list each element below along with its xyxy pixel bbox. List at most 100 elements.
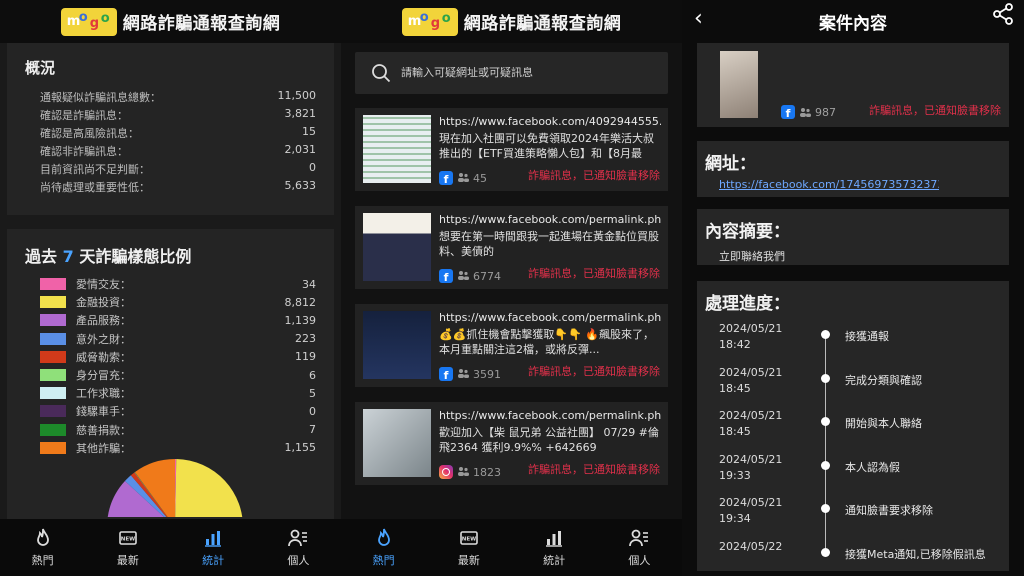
timeline-date: 2024/05/21 — [719, 452, 783, 466]
search-input[interactable] — [401, 67, 641, 79]
logo-badge-icon: m o g o — [401, 7, 458, 36]
case-meta: 1823 — [439, 465, 501, 479]
nav-item-flame[interactable]: 熱門 — [0, 519, 85, 576]
timeline-event: 完成分類與確認 — [845, 373, 922, 387]
progress-section: 處理進度： 2024/05/21 18:42 接獲通報 2024/05/21 18:45… — [697, 281, 1009, 571]
legend-item: 慈善捐款： 7 — [25, 421, 316, 439]
logo[interactable]: m o g o 網路詐騙通報查詢網 — [60, 7, 281, 36]
nav-item-bar-chart[interactable]: 統計 — [512, 519, 597, 576]
legend-swatch — [40, 332, 66, 345]
legend-value: 223 — [295, 332, 316, 346]
stat-label: 確認是詐騙訊息： — [40, 109, 128, 122]
app-header: m o g o 網路詐騙通報查詢網 — [0, 0, 341, 43]
ratio-days: 7 — [62, 247, 74, 266]
case-card[interactable]: https://www.facebook.com/permalink.ph...… — [355, 304, 668, 387]
stat-row: 尚待處理或重要性低： 5,633 — [25, 179, 316, 197]
legend-value: 6 — [309, 368, 316, 382]
legend-label: 身分冒充： — [76, 369, 131, 383]
ratio-card: 過去 7 天詐騙樣態比例 愛情交友： 34 金融投資： 8,812 產品服務： 1,139… — [7, 229, 334, 576]
url-section: 網址： https://facebook.com/174569735732373… — [697, 141, 1009, 197]
app-header: m o g o 網路詐騙通報查詢網 — [341, 0, 682, 43]
report-count: 45 — [473, 171, 487, 185]
timeline-date: 2024/05/21 — [719, 409, 783, 422]
overview-title: 概況 — [25, 59, 56, 77]
nav-label: 統計 — [202, 553, 225, 567]
case-card[interactable]: https://www.facebook.com/permalink.ph...… — [355, 402, 668, 485]
legend-swatch — [40, 350, 66, 363]
timeline-time: 18:45 — [719, 381, 751, 395]
nav-item-person[interactable]: 個人 — [256, 519, 341, 576]
case-thumbnail[interactable] — [363, 409, 431, 477]
legend-value: 1,155 — [284, 441, 317, 455]
legend-value: 0 — [309, 404, 316, 418]
timeline-datetime: 2024/05/21 19:34 — [719, 495, 799, 527]
stat-row: 目前資訊尚不足判斷： 0 — [25, 161, 316, 179]
stat-label: 確認是高風險訊息： — [40, 127, 139, 140]
timeline-datetime: 2024/05/21 19:33 — [719, 452, 799, 484]
stat-value: 5,633 — [284, 179, 317, 192]
progress-title: 處理進度： — [705, 294, 790, 314]
bottom-nav: 熱門 NEW 最新 統計 個人 — [341, 519, 682, 576]
nav-item-news[interactable]: NEW 最新 — [85, 519, 170, 576]
legend-value: 1,139 — [284, 313, 317, 327]
timeline-dot — [821, 504, 830, 513]
legend-swatch — [40, 278, 66, 291]
case-description: 現在加入社團可以免費領取2024年樂活大叔推出的【ETF買進策略懶人包】和【8月… — [439, 132, 654, 160]
people-icon — [800, 108, 811, 117]
timeline-event: 通知臉書要求移除 — [845, 504, 933, 517]
logo-badge-icon: m o g o — [60, 7, 117, 36]
legend-value: 34 — [302, 277, 316, 291]
bar-chart-icon — [203, 528, 223, 548]
timeline-datetime: 2024/05/22 — [719, 539, 799, 555]
nav-label: 個人 — [628, 553, 651, 567]
nav-label: 個人 — [287, 553, 310, 567]
case-url: https://www.facebook.com/permalink.ph... — [439, 311, 661, 324]
legend-swatch — [40, 441, 66, 454]
case-thumbnail[interactable] — [363, 213, 431, 281]
case-card[interactable]: https://www.facebook.com/4092944555... 現在… — [355, 108, 668, 191]
legend-swatch — [40, 296, 66, 309]
timeline-item: 2024/05/21 19:33 本人認為假 — [697, 452, 1009, 492]
legend-item: 身分冒充： 6 — [25, 366, 316, 384]
report-count: 987 — [815, 105, 836, 119]
legend-swatch — [40, 423, 66, 436]
case-card[interactable]: https://www.facebook.com/permalink.ph...… — [355, 206, 668, 289]
facebook-icon: f — [781, 105, 795, 119]
flame-icon — [374, 528, 394, 548]
svg-text:NEW: NEW — [121, 536, 135, 542]
news-icon: NEW — [118, 528, 138, 548]
nav-item-news[interactable]: NEW 最新 — [426, 519, 511, 576]
stat-value: 0 — [309, 161, 316, 174]
share-icon[interactable] — [992, 3, 1014, 29]
timeline-item: 2024/05/22 接獲Meta通知,已移除假訊息 — [697, 539, 1009, 576]
legend-label: 工作求職： — [76, 387, 131, 401]
case-thumbnail[interactable] — [363, 115, 431, 183]
url-title: 網址： — [705, 154, 756, 174]
nav-item-bar-chart[interactable]: 統計 — [171, 519, 256, 576]
stat-row: 確認是詐騙訊息： 3,821 — [25, 107, 316, 125]
facebook-icon: f — [439, 171, 453, 185]
pie-chart — [95, 457, 255, 576]
facebook-icon: f — [439, 269, 453, 283]
stats-screen: m o g o 網路詐騙通報查詢網 概況 通報疑似詐騙訊息總數： 11,500 確認… — [0, 0, 341, 576]
legend-item: 意外之財： 223 — [25, 330, 316, 348]
logo[interactable]: m o g o 網路詐騙通報查詢網 — [401, 7, 622, 36]
timeline-dot — [821, 460, 830, 470]
app-title: 網路詐騙通報查詢網 — [463, 14, 622, 34]
case-thumbnail[interactable] — [720, 51, 758, 118]
case-description: 歡迎加入【柴 鼠兄弟 公益社團】 07/29 #倫飛2364 獲利9.9%% +… — [439, 426, 659, 454]
stat-value: 3,821 — [284, 107, 317, 120]
timeline-item: 2024/05/21 18:45 完成分類與確認 — [697, 365, 1009, 405]
people-icon — [457, 466, 469, 479]
case-url: https://www.facebook.com/4092944555... — [439, 115, 661, 128]
nav-item-person[interactable]: 個人 — [597, 519, 682, 576]
nav-item-flame[interactable]: 熱門 — [341, 519, 426, 576]
legend-item: 錢騾車手： 0 — [25, 402, 316, 420]
case-url-link[interactable]: https://facebook.com/174569735732373... — [719, 178, 939, 191]
search-bar[interactable] — [355, 52, 668, 94]
legend-label: 金融投資： — [76, 296, 131, 310]
timeline-time: 18:45 — [719, 425, 751, 438]
back-arrow-icon[interactable]: ‹ — [694, 6, 703, 31]
case-thumbnail[interactable] — [363, 311, 431, 379]
stat-value: 11,500 — [277, 89, 317, 102]
